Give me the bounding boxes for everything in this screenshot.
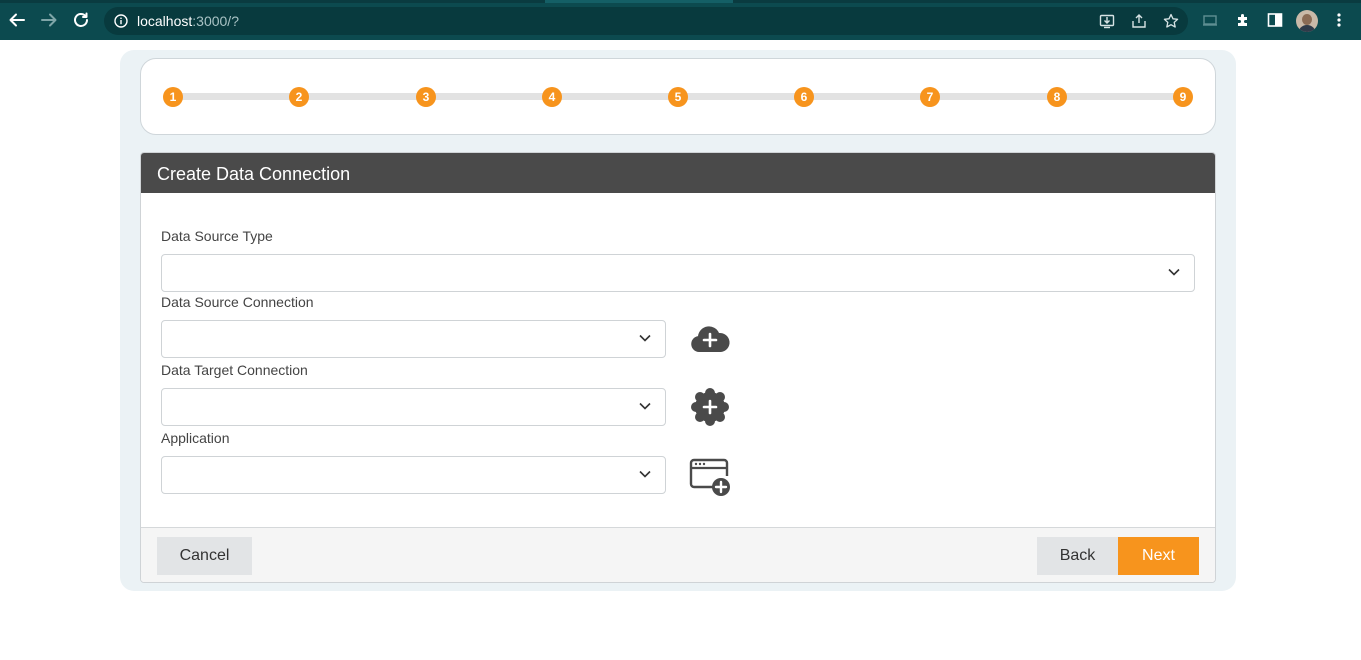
tab-strip [0,0,1361,3]
step-3[interactable]: 3 [416,87,436,107]
site-info-icon[interactable] [114,14,128,28]
card-header: Create Data Connection [141,153,1215,193]
progress-stepper: 1 2 3 4 5 6 7 8 9 [140,58,1216,135]
forward-arrow-icon[interactable] [39,10,59,30]
data-source-type-select[interactable] [161,254,1195,292]
step-2[interactable]: 2 [289,87,309,107]
bookmark-star-icon[interactable] [1163,13,1179,29]
share-icon[interactable] [1131,13,1147,29]
data-source-connection-label: Data Source Connection [161,294,314,310]
step-7[interactable]: 7 [920,87,940,107]
active-tab-indicator [545,0,733,3]
data-source-connection-select[interactable] [161,320,666,358]
reload-icon[interactable] [71,10,91,30]
step-5[interactable]: 5 [668,87,688,107]
browser-menu-icon[interactable] [1331,12,1347,28]
data-source-type-label: Data Source Type [161,228,273,244]
data-target-connection-label: Data Target Connection [161,362,308,378]
url-path: :3000/? [192,13,239,29]
window-plus-icon[interactable] [689,457,731,497]
step-8[interactable]: 8 [1047,87,1067,107]
next-button[interactable]: Next [1118,537,1199,575]
chevron-down-icon [639,334,651,342]
back-arrow-icon[interactable] [7,10,27,30]
cancel-button[interactable]: Cancel [157,537,252,575]
install-app-icon[interactable] [1099,13,1115,29]
cloud-plus-icon[interactable] [689,320,731,360]
chevron-down-icon [639,470,651,478]
cast-icon[interactable] [1202,12,1218,28]
step-9[interactable]: 9 [1173,87,1193,107]
badge-plus-icon[interactable] [689,387,731,427]
avatar-body [1298,25,1316,32]
extensions-puzzle-icon[interactable] [1235,12,1251,28]
application-select[interactable] [161,456,666,494]
step-6[interactable]: 6 [794,87,814,107]
address-bar[interactable]: localhost:3000/? [104,7,1188,35]
card-footer: Cancel Back Next [141,527,1215,582]
data-target-connection-select[interactable] [161,388,666,426]
back-button[interactable]: Back [1037,537,1118,575]
profile-avatar[interactable] [1296,10,1318,32]
avatar-face [1302,14,1312,25]
create-data-connection-card: Create Data Connection Data Source Type … [140,152,1216,583]
side-panel-icon[interactable] [1267,12,1283,28]
chevron-down-icon [1168,268,1180,276]
card-title: Create Data Connection [157,164,351,184]
application-label: Application [161,430,230,446]
browser-toolbar: localhost:3000/? [0,0,1361,40]
chevron-down-icon [639,402,651,410]
step-1[interactable]: 1 [163,87,183,107]
step-4[interactable]: 4 [542,87,562,107]
url-host: localhost [137,13,193,29]
url-text: localhost:3000/? [137,13,239,29]
